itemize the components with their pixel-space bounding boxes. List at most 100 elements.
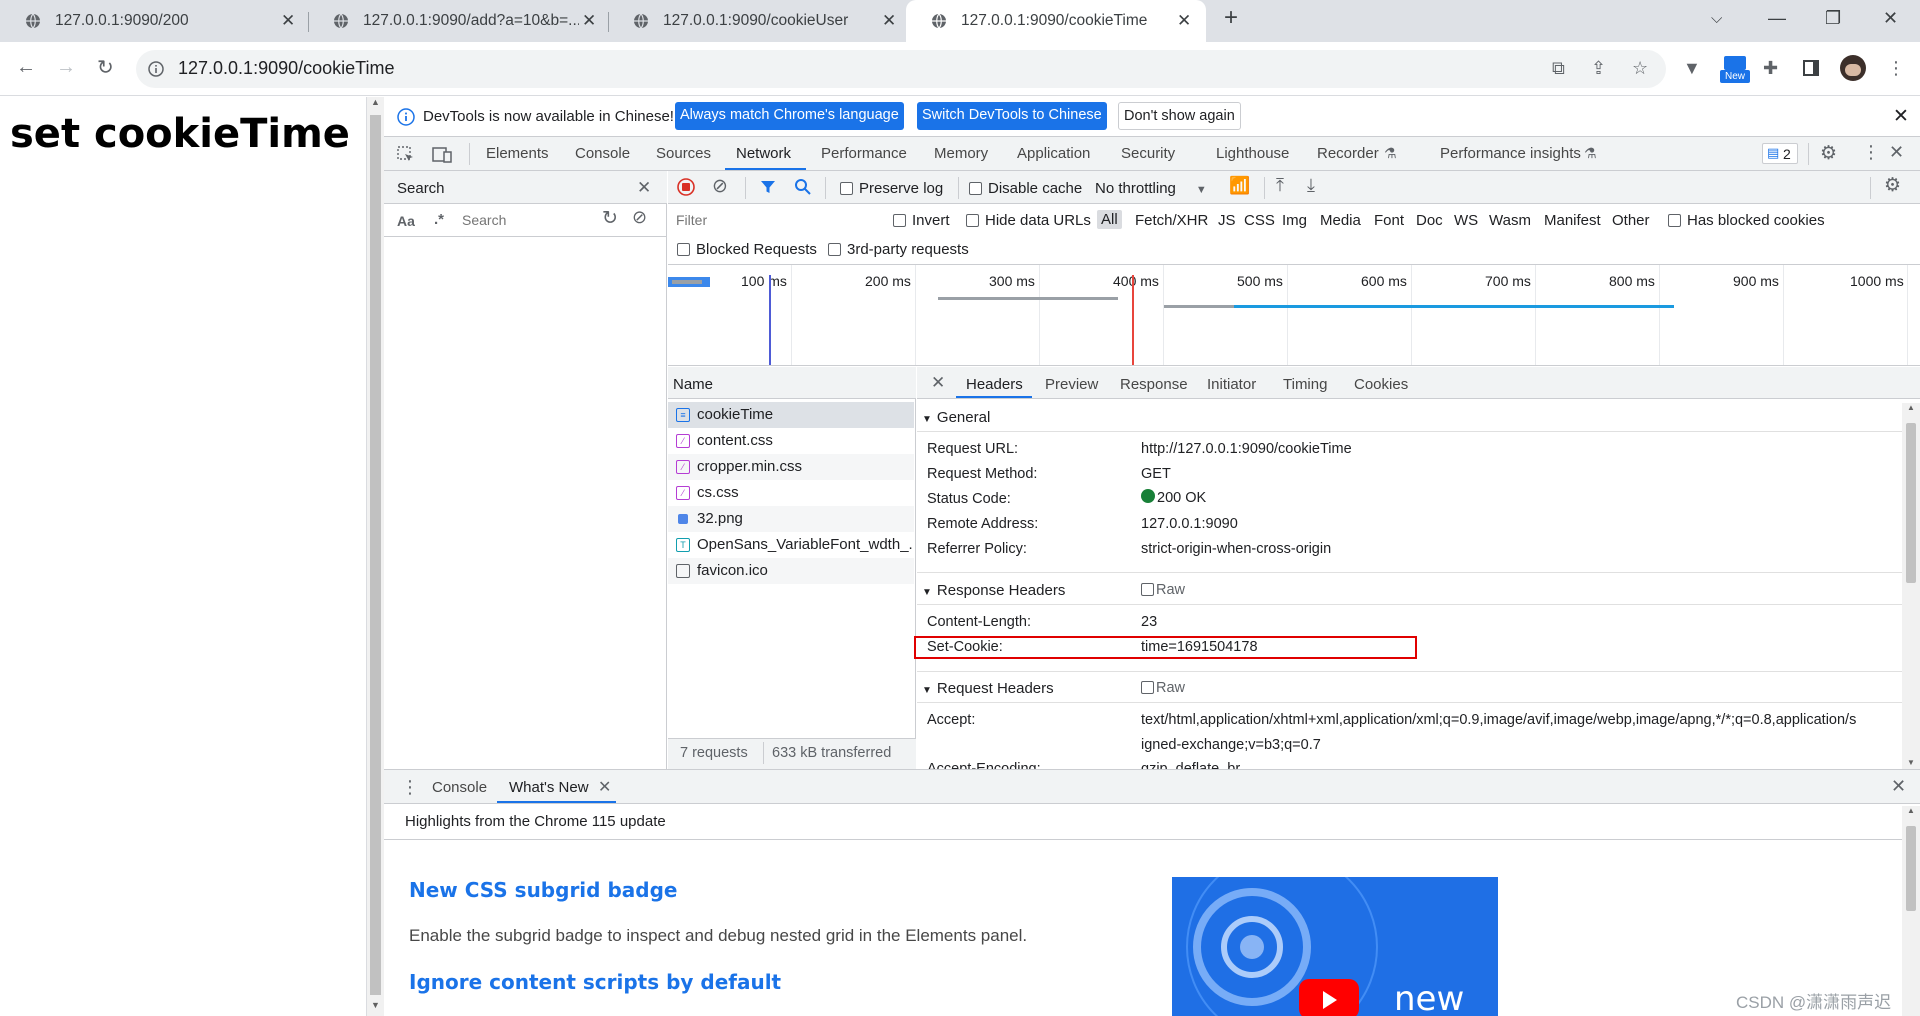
match-case-toggle[interactable]: Aa [397, 213, 415, 229]
filter-input[interactable] [672, 208, 876, 232]
refresh-search-icon[interactable]: ↻ [602, 207, 618, 230]
import-har-icon[interactable]: ⤒ [1276, 175, 1284, 196]
close-infobar-icon[interactable]: ✕ [1893, 105, 1909, 128]
scroll-up-arrow[interactable]: ▲ [371, 97, 380, 107]
close-details-icon[interactable]: ✕ [931, 373, 945, 393]
clear-log-icon[interactable]: ⊘ [712, 175, 728, 198]
browser-tab-active[interactable]: 127.0.0.1:9090/cookieTime ✕ [906, 0, 1206, 42]
inspect-element-icon[interactable] [397, 146, 415, 164]
table-row[interactable]: ⁄ cropper.min.css [668, 454, 914, 480]
drawer-scrollbar[interactable]: ▲ [1902, 806, 1920, 1016]
filter-funnel-icon[interactable] [760, 179, 776, 195]
tab-initiator[interactable]: Initiator [1207, 376, 1256, 393]
tab-response[interactable]: Response [1120, 376, 1188, 393]
bookmark-star-icon[interactable]: ☆ [1632, 58, 1648, 79]
general-section-header[interactable]: ▼ General [922, 409, 990, 426]
search-input[interactable] [456, 208, 593, 232]
close-tab-icon[interactable]: ✕ [882, 11, 896, 31]
maximize-button[interactable]: ❐ [1825, 8, 1841, 29]
tab-security[interactable]: Security [1121, 145, 1175, 162]
extension-v-icon[interactable]: ▼ [1683, 58, 1701, 79]
details-scrollbar[interactable]: ▲ ▼ [1902, 403, 1920, 769]
settings-gear-icon[interactable]: ⚙ [1820, 142, 1837, 165]
invert-checkbox[interactable]: Invert [893, 212, 950, 229]
forward-icon[interactable]: → [56, 56, 76, 79]
always-match-language-button[interactable]: Always match Chrome's language [675, 102, 904, 130]
filter-type-img[interactable]: Img [1282, 212, 1307, 229]
minimize-button[interactable]: — [1768, 8, 1786, 29]
timeline-overview[interactable]: 100 ms 200 ms 300 ms 400 ms 500 ms 600 m… [668, 265, 1920, 366]
info-icon[interactable] [148, 61, 164, 77]
browser-tab[interactable]: 127.0.0.1:9090/cookieUser ✕ [608, 0, 906, 42]
filter-type-wasm[interactable]: Wasm [1489, 212, 1531, 229]
record-stop-icon[interactable] [677, 178, 695, 196]
close-devtools-icon[interactable]: ✕ [1889, 142, 1904, 163]
issues-badge[interactable]: ▤ 2 [1762, 143, 1798, 164]
tab-application[interactable]: Application [1017, 145, 1090, 162]
filter-type-ws[interactable]: WS [1454, 212, 1478, 229]
filter-type-media[interactable]: Media [1320, 212, 1361, 229]
search-icon[interactable] [794, 178, 811, 195]
tab-recorder[interactable]: Recorder [1317, 145, 1379, 162]
scrollbar-thumb[interactable] [1906, 826, 1916, 911]
filter-type-all[interactable]: All [1097, 210, 1122, 229]
has-blocked-cookies-checkbox[interactable]: Has blocked cookies [1668, 212, 1825, 229]
scrollbar-thumb[interactable] [370, 115, 381, 995]
url-text[interactable]: 127.0.0.1:9090/cookieTime [178, 58, 394, 79]
response-headers-section-header[interactable]: ▼ Response Headers [922, 582, 1065, 599]
clear-search-icon[interactable]: ⊘ [632, 207, 647, 228]
dont-show-again-button[interactable]: Don't show again [1118, 102, 1241, 130]
filter-type-doc[interactable]: Doc [1416, 212, 1443, 229]
filter-type-other[interactable]: Other [1612, 212, 1650, 229]
switch-devtools-chinese-button[interactable]: Switch DevTools to Chinese [917, 102, 1107, 130]
browser-tab[interactable]: 127.0.0.1:9090/200 ✕ [0, 0, 308, 42]
scroll-up-arrow[interactable]: ▲ [1907, 403, 1915, 412]
browser-tab[interactable]: 127.0.0.1:9090/add?a=10&b=... ✕ [308, 0, 608, 42]
filter-type-js[interactable]: JS [1218, 212, 1236, 229]
youtube-play-icon[interactable] [1299, 979, 1359, 1016]
export-har-icon[interactable]: ⤓ [1307, 175, 1315, 196]
hide-data-urls-checkbox[interactable]: Hide data URLs [966, 212, 1091, 229]
page-scrollbar[interactable]: ▲ ▼ [366, 97, 384, 1016]
close-tab-icon[interactable]: ✕ [1177, 11, 1191, 31]
scroll-down-arrow[interactable]: ▼ [371, 1000, 380, 1010]
table-row[interactable]: favicon.ico [668, 558, 914, 584]
tab-lighthouse[interactable]: Lighthouse [1216, 145, 1289, 162]
close-search-icon[interactable]: ✕ [637, 178, 651, 198]
whats-new-video-thumbnail[interactable]: new [1172, 877, 1498, 1016]
table-row[interactable]: 32.png [668, 506, 914, 532]
close-tab-icon[interactable]: ✕ [582, 11, 596, 31]
tab-elements[interactable]: Elements [486, 145, 549, 162]
preserve-log-checkbox[interactable]: Preserve log [840, 180, 943, 197]
regex-toggle[interactable]: .* [434, 211, 444, 228]
more-options-icon[interactable]: ⋮ [1862, 142, 1880, 163]
share-icon[interactable]: ⇪ [1591, 58, 1606, 79]
whats-new-item-title[interactable]: Ignore content scripts by default [409, 970, 781, 994]
device-toolbar-icon[interactable] [432, 146, 452, 164]
avatar[interactable] [1840, 55, 1866, 81]
tab-memory[interactable]: Memory [934, 145, 988, 162]
third-party-checkbox[interactable]: 3rd-party requests [828, 241, 969, 258]
close-drawer-icon[interactable]: ✕ [1891, 776, 1906, 797]
whats-new-item-title[interactable]: New CSS subgrid badge [409, 878, 677, 902]
disable-cache-checkbox[interactable]: Disable cache [969, 180, 1082, 197]
tab-performance-insights[interactable]: Performance insights [1440, 145, 1581, 162]
throttling-select[interactable]: No throttling ▼ [1095, 180, 1207, 197]
new-extension-icon[interactable]: New [1720, 56, 1750, 84]
close-whats-new-icon[interactable]: ✕ [598, 777, 611, 797]
drawer-tab-console[interactable]: Console [432, 779, 487, 796]
close-window-button[interactable]: ✕ [1883, 8, 1898, 29]
translate-icon[interactable]: ⧉ [1552, 58, 1565, 79]
blocked-requests-checkbox[interactable]: Blocked Requests [677, 241, 817, 258]
puzzle-extensions-icon[interactable]: ✚ [1763, 58, 1778, 79]
scroll-down-arrow[interactable]: ▼ [1907, 758, 1915, 767]
table-row[interactable]: T OpenSans_VariableFont_wdth_... [668, 532, 914, 558]
network-settings-icon[interactable]: ⚙ [1884, 174, 1901, 197]
reload-icon[interactable]: ↻ [97, 55, 114, 80]
raw-toggle-checkbox[interactable]: Raw [1141, 680, 1185, 696]
side-panel-icon[interactable] [1803, 60, 1819, 76]
tab-timing[interactable]: Timing [1283, 376, 1327, 393]
tab-console[interactable]: Console [575, 145, 630, 162]
tab-sources[interactable]: Sources [656, 145, 711, 162]
drawer-menu-icon[interactable]: ⋮ [401, 777, 419, 798]
